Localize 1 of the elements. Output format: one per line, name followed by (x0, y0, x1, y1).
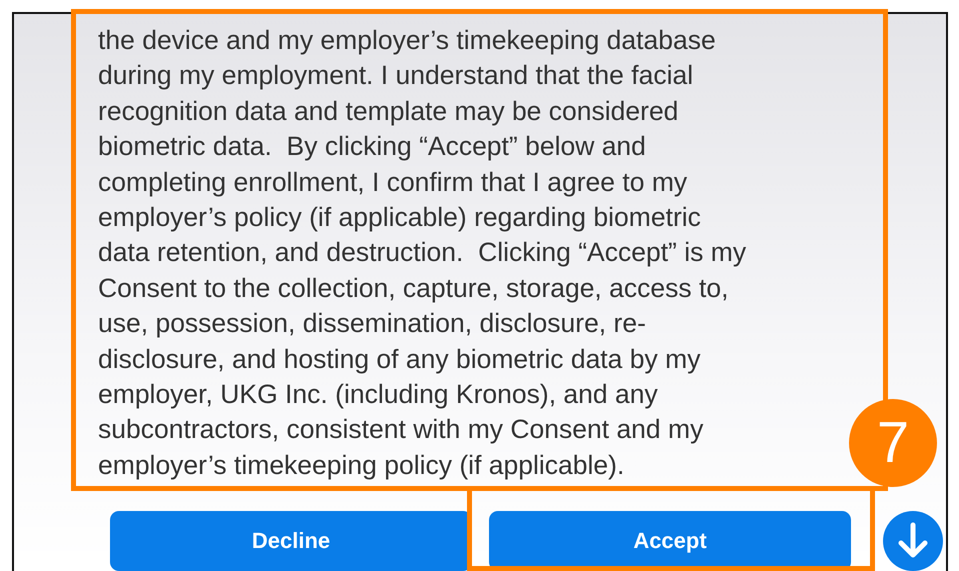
consent-text: the device and my employer’s timekeeping database during my employment. I understand that the facial recognition data and template may be considered biometric data. By clicking “Accept” below and completing enrollment, I confirm that I agree to my employer’s policy (if applicable) regarding biometric data retention, and destruction. Clicking “Accept” is my Consent to the collection, capture, storage, access to, use, possession, dissemination, disclosure, re- disclosure, and hosting of any biometric data by my employer, UKG Inc. (including Kronos), and any subcontractors, consistent with my Consent and my employer’s timekeeping policy (if applicable). (98, 24, 746, 482)
